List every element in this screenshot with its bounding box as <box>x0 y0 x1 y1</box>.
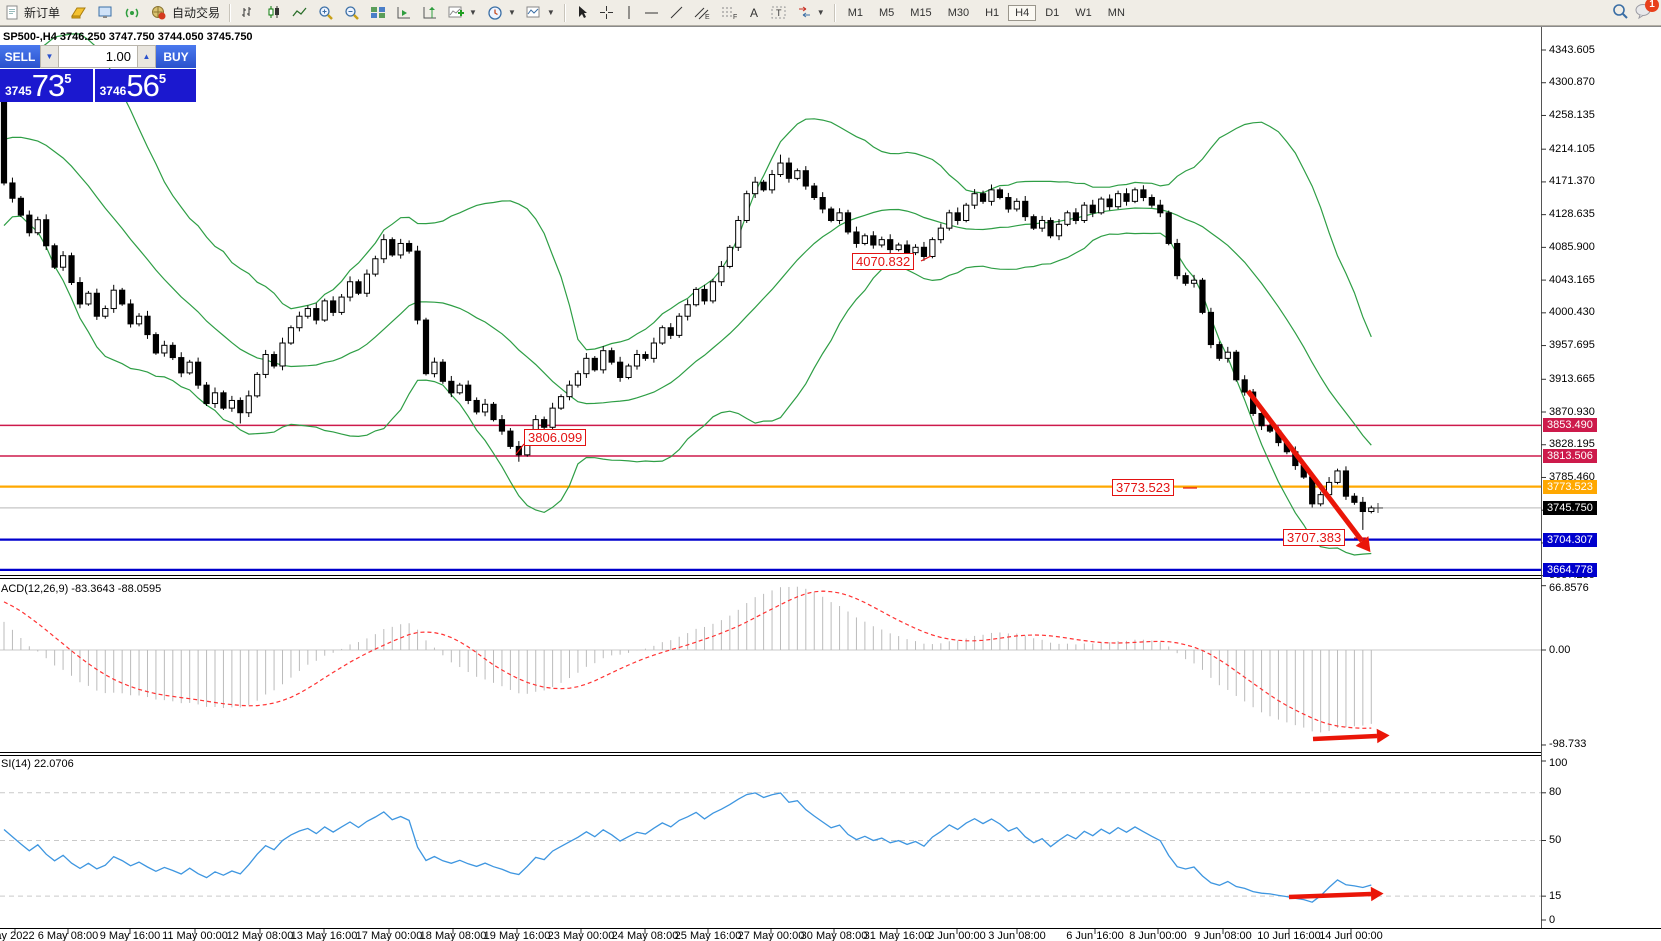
buy-button[interactable]: BUY <box>156 45 196 68</box>
macd-indicator-label: ACD(12,26,9) -83.3643 -88.0595 <box>1 583 161 595</box>
time-tick-label: 10 Jun 16:00 <box>1257 930 1321 941</box>
time-tick-label: 6 May 08:00 <box>38 930 99 941</box>
sell-price-box[interactable]: 3745 73 5 <box>0 69 93 102</box>
price-level-badge: 3664.778 <box>1543 563 1597 577</box>
price-level-badge: 3813.506 <box>1543 449 1597 463</box>
volume-increase-button[interactable]: ▲ <box>137 45 156 68</box>
price-tick-label: 4258.135 <box>1549 109 1595 121</box>
time-tick-label: 19 May 16:00 <box>484 930 551 941</box>
rsi-tick-label: 0 <box>1549 914 1555 926</box>
sell-price-main: 73 <box>32 71 64 101</box>
time-tick-label: 6 Jun 16:00 <box>1066 930 1124 941</box>
time-tick-label: 9 Jun 08:00 <box>1194 930 1252 941</box>
sell-button[interactable]: SELL <box>0 45 40 68</box>
time-tick-label: 17 May 00:00 <box>356 930 423 941</box>
time-tick-label: ay 2022 <box>0 930 35 941</box>
time-tick-label: 11 May 00:00 <box>162 930 228 941</box>
rsi-tick-label: 100 <box>1549 757 1567 769</box>
price-callout-label[interactable]: 3773.523 <box>1112 479 1174 496</box>
time-tick-label: 3 Jun 08:00 <box>988 930 1046 941</box>
volume-input[interactable] <box>59 45 137 68</box>
price-level-badge: 3704.307 <box>1543 533 1597 547</box>
rsi-tick-label: 15 <box>1549 890 1561 902</box>
volume-decrease-button[interactable]: ▼ <box>40 45 59 68</box>
price-level-badge: 3773.523 <box>1543 480 1597 494</box>
price-tick-label: 4000.430 <box>1549 306 1595 318</box>
time-tick-label: 18 May 08:00 <box>420 930 487 941</box>
price-tick-label: 4300.870 <box>1549 76 1595 88</box>
price-tick-label: 4128.635 <box>1549 208 1595 220</box>
time-tick-label: 2 Jun 00:00 <box>928 930 986 941</box>
price-tick-label: 3913.665 <box>1549 373 1595 385</box>
price-tick-label: 3957.695 <box>1549 339 1595 351</box>
time-tick-label: 27 May 00:00 <box>738 930 805 941</box>
time-tick-label: 12 May 08:00 <box>227 930 294 941</box>
price-tick-label: 4043.165 <box>1549 274 1595 286</box>
chart-symbol-title: SP500-,H4 3746.250 3747.750 3744.050 374… <box>3 31 253 43</box>
time-tick-label: 30 May 08:00 <box>801 930 868 941</box>
price-tick-label: 3870.930 <box>1549 406 1595 418</box>
sell-price-base: 3745 <box>5 84 32 101</box>
buy-price-base: 3746 <box>100 84 127 101</box>
time-tick-label: 8 Jun 00:00 <box>1129 930 1187 941</box>
buy-price-main: 56 <box>126 71 158 101</box>
macd-tick-label: 0.00 <box>1549 644 1570 656</box>
one-click-trade-panel: SELL ▼ ▲ BUY 3745 73 5 3746 56 5 <box>0 45 196 102</box>
chart-canvas[interactable] <box>0 0 1661 941</box>
time-tick-label: 23 May 00:00 <box>548 930 615 941</box>
buy-price-pip: 5 <box>159 69 166 86</box>
rsi-indicator-label: SI(14) 22.0706 <box>1 758 74 770</box>
time-tick-label: 24 May 08:00 <box>612 930 679 941</box>
time-tick-label: 13 May 16:00 <box>291 930 358 941</box>
price-level-badge: 3853.490 <box>1543 418 1597 432</box>
price-callout-label[interactable]: 3806.099 <box>524 429 586 446</box>
price-callout-label[interactable]: 4070.832 <box>852 253 914 270</box>
price-tick-label: 4171.370 <box>1549 175 1595 187</box>
macd-tick-label: -98.733 <box>1549 738 1586 750</box>
macd-tick-label: 66.8576 <box>1549 582 1589 594</box>
rsi-tick-label: 80 <box>1549 786 1561 798</box>
price-level-badge: 3745.750 <box>1543 501 1597 515</box>
price-tick-label: 4343.605 <box>1549 44 1595 56</box>
time-tick-label: 14 Jun 00:00 <box>1319 930 1383 941</box>
mt4-terminal: { "toolbar": { "left": [ {"name":"new-or… <box>0 0 1661 941</box>
time-tick-label: 9 May 16:00 <box>100 930 161 941</box>
price-tick-label: 4214.105 <box>1549 143 1595 155</box>
time-tick-label: 25 May 16:00 <box>675 930 742 941</box>
price-tick-label: 4085.900 <box>1549 241 1595 253</box>
rsi-tick-label: 50 <box>1549 834 1561 846</box>
price-callout-label[interactable]: 3707.383 <box>1283 529 1345 546</box>
sell-price-pip: 5 <box>64 69 71 86</box>
buy-price-box[interactable]: 3746 56 5 <box>95 69 196 102</box>
time-tick-label: 31 May 16:00 <box>864 930 931 941</box>
